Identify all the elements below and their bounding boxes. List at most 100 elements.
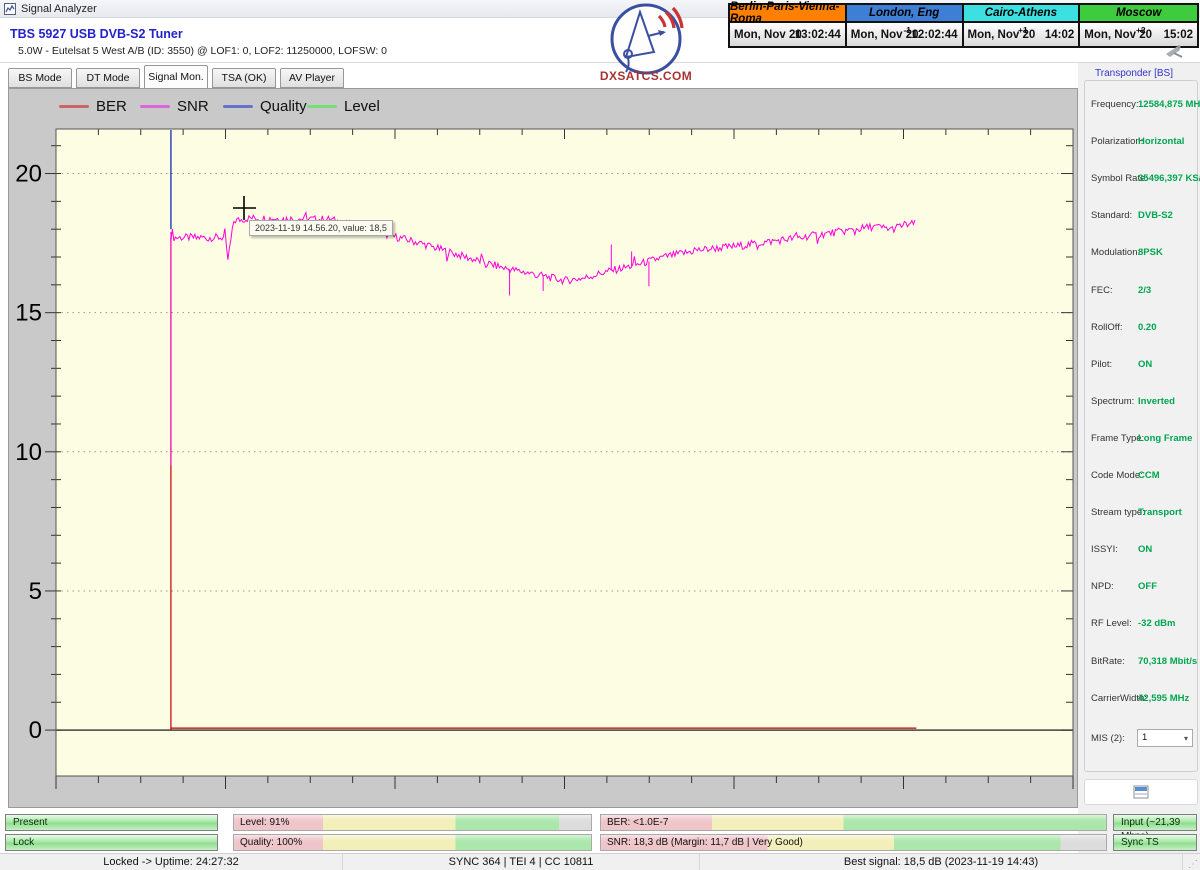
clock-city: Moscow (1080, 5, 1197, 23)
transponder-row: ISSYI: ON (1091, 544, 1193, 555)
clock-city: Berlin-Paris-Vienna-Roma (730, 5, 845, 23)
transponder-row-value: Horizontal (1138, 136, 1184, 147)
transponder-row-value: 35496,397 KS/s (1138, 173, 1200, 184)
transponder-row-label: Standard: (1091, 210, 1132, 221)
record-device-button[interactable] (1084, 779, 1198, 805)
tuner-subtitle: 5.0W - Eutelsat 5 West A/B (ID: 3550) @ … (18, 45, 387, 57)
transponder-row-label: Polarization: (1091, 136, 1143, 147)
satellite-glyph-icon (1164, 44, 1186, 58)
svg-text:15: 15 (15, 300, 42, 327)
transponder-row-label: Stream type: (1091, 507, 1145, 518)
clock-time: 15:02 (1164, 29, 1193, 41)
tab-tsa-ok[interactable]: TSA (OK) (212, 68, 276, 88)
transponder-row: RF Level: -32 dBm (1091, 618, 1193, 629)
transponder-row: FEC: 2/3 (1091, 285, 1193, 296)
transponder-row-value: OFF (1138, 581, 1157, 592)
transponder-row-label: BitRate: (1091, 656, 1125, 667)
transponder-row-value: Inverted (1138, 396, 1175, 407)
clock-date: Mon, Nov 20 (734, 29, 802, 41)
transponder-row-value: ON (1138, 359, 1152, 370)
mode-tabs: BS ModeDT ModeSignal Mon.TSA (OK)AV Play… (8, 68, 344, 89)
transponder-row: Frame Type: Long Frame (1091, 433, 1193, 444)
transponder-panel: MIS (2): 1 ▾ Frequency: 12584,875 MHz Po… (1084, 80, 1198, 772)
progress-bar-quality: Quality: 100% (233, 834, 592, 851)
tab-signal-mon[interactable]: Signal Mon. (144, 65, 208, 88)
svg-text:0: 0 (29, 717, 42, 744)
transponder-row-label: Modulation: (1091, 247, 1140, 258)
tab-dt-mode[interactable]: DT Mode (76, 68, 140, 88)
clock-time: 12:02:44 (911, 29, 957, 41)
transponder-row-label: NPD: (1091, 581, 1114, 592)
clock-column: Berlin-Paris-Vienna-Roma Mon, Nov 20 13:… (730, 5, 847, 46)
dxsatcs-logo-text: DXSATCS.COM (600, 69, 692, 83)
transponder-row: Stream type: Transport (1091, 507, 1193, 518)
clock-column: Cairo-Athens Mon, Nov 20 +1 14:02 (964, 5, 1081, 46)
transponder-row: Symbol Rate: 35496,397 KS/s (1091, 173, 1193, 184)
transponder-row: RollOff: 0.20 (1091, 322, 1193, 333)
transponder-row-value: ON (1138, 544, 1152, 555)
transponder-row-label: FEC: (1091, 285, 1113, 296)
transponder-row-value: 2/3 (1138, 285, 1151, 296)
transponder-row-label: RollOff: (1091, 322, 1123, 333)
world-clocks: Berlin-Paris-Vienna-Roma Mon, Nov 20 13:… (728, 3, 1199, 48)
progress-bar-snr: SNR: 18,3 dB (Margin: 11,7 dB | Very Goo… (600, 834, 1107, 851)
statusbar-best-signal: Best signal: 18,5 dB (2023-11-19 14:43) (700, 854, 1183, 870)
tab-bs-mode[interactable]: BS Mode (8, 68, 72, 88)
transponder-row-value: 8PSK (1138, 247, 1163, 258)
transponder-row-value: 70,318 Mbit/s (1138, 656, 1197, 667)
transponder-row: Polarization: Horizontal (1091, 136, 1193, 147)
statusbar-lock-uptime: Locked -> Uptime: 24:27:32 (0, 854, 343, 870)
svg-text:10: 10 (15, 439, 42, 466)
window-title: Signal Analyzer (21, 3, 97, 15)
transponder-row-value: DVB-S2 (1138, 210, 1173, 221)
svg-text:20: 20 (15, 161, 42, 188)
clock-city: London, Eng (847, 5, 962, 23)
clock-column: Moscow Mon, Nov 20 +2 15:02 (1080, 5, 1197, 46)
tuner-title: TBS 5927 USB DVB-S2 Tuner (10, 27, 183, 41)
dxsatcs-logo: DXSATCS.COM (598, 2, 698, 84)
transponder-row-label: Code Mode: (1091, 470, 1143, 481)
clock-time: 14:02 (1045, 29, 1074, 41)
indicator-lock: Lock (5, 834, 218, 851)
transponder-row-value: 0.20 (1138, 322, 1157, 333)
transponder-row: Pilot: ON (1091, 359, 1193, 370)
indicator-input: Input (~21,39 Mbps) (1113, 814, 1197, 831)
resize-grip: ⋰ (1183, 854, 1200, 870)
app-icon (4, 3, 16, 15)
transponder-row-value: Transport (1138, 507, 1182, 518)
clock-utc-offset: +1 (1018, 25, 1028, 35)
transponder-row: Spectrum: Inverted (1091, 396, 1193, 407)
transponder-row: NPD: OFF (1091, 581, 1193, 592)
drive-icon (1133, 785, 1149, 799)
clock-utc-offset: +2 (1136, 25, 1146, 35)
transponder-row: BitRate: 70,318 Mbit/s (1091, 656, 1193, 667)
mis-label: MIS (2): (1091, 733, 1125, 744)
mis-select[interactable]: 1 ▾ (1137, 729, 1193, 747)
transponder-row-label: Spectrum: (1091, 396, 1134, 407)
transponder-row-value: CCM (1138, 470, 1160, 481)
transponder-panel-title: Transponder [BS] (1092, 68, 1176, 79)
transponder-row: Code Mode: CCM (1091, 470, 1193, 481)
transponder-row-value: 12584,875 MHz (1138, 99, 1200, 110)
clock-utc-offset: -1 (903, 25, 911, 35)
transponder-row-value: -32 dBm (1138, 618, 1175, 629)
transponder-row-value: Long Frame (1138, 433, 1192, 444)
progress-bar-ber: BER: <1.0E-7 (600, 814, 1107, 831)
clock-column: London, Eng Mon, Nov 20 -1 12:02:44 (847, 5, 964, 46)
signal-chart-region: BERSNRQualityLevel 05101520 2023-11-19 1… (8, 88, 1078, 808)
clock-time: 13:02:44 (795, 29, 841, 41)
statusbar-sync-info: SYNC 364 | TEI 4 | CC 10811 (343, 854, 700, 870)
progress-bar-level: Level: 91% (233, 814, 592, 831)
transponder-row-label: Pilot: (1091, 359, 1112, 370)
chevron-down-icon: ▾ (1184, 734, 1188, 743)
chart-canvas[interactable]: 05101520 (9, 89, 1079, 809)
mis-selected-value: 1 (1142, 732, 1147, 743)
transponder-row-label: RF Level: (1091, 618, 1132, 629)
indicator-sync: Sync TS (1113, 834, 1197, 851)
tab-av-player[interactable]: AV Player (280, 68, 344, 88)
transponder-row-label: Frame Type: (1091, 433, 1144, 444)
statusbar: Locked -> Uptime: 24:27:32 SYNC 364 | TE… (0, 853, 1200, 870)
transponder-row: Standard: DVB-S2 (1091, 210, 1193, 221)
transponder-row-label: ISSYI: (1091, 544, 1118, 555)
transponder-row-label: Frequency: (1091, 99, 1139, 110)
